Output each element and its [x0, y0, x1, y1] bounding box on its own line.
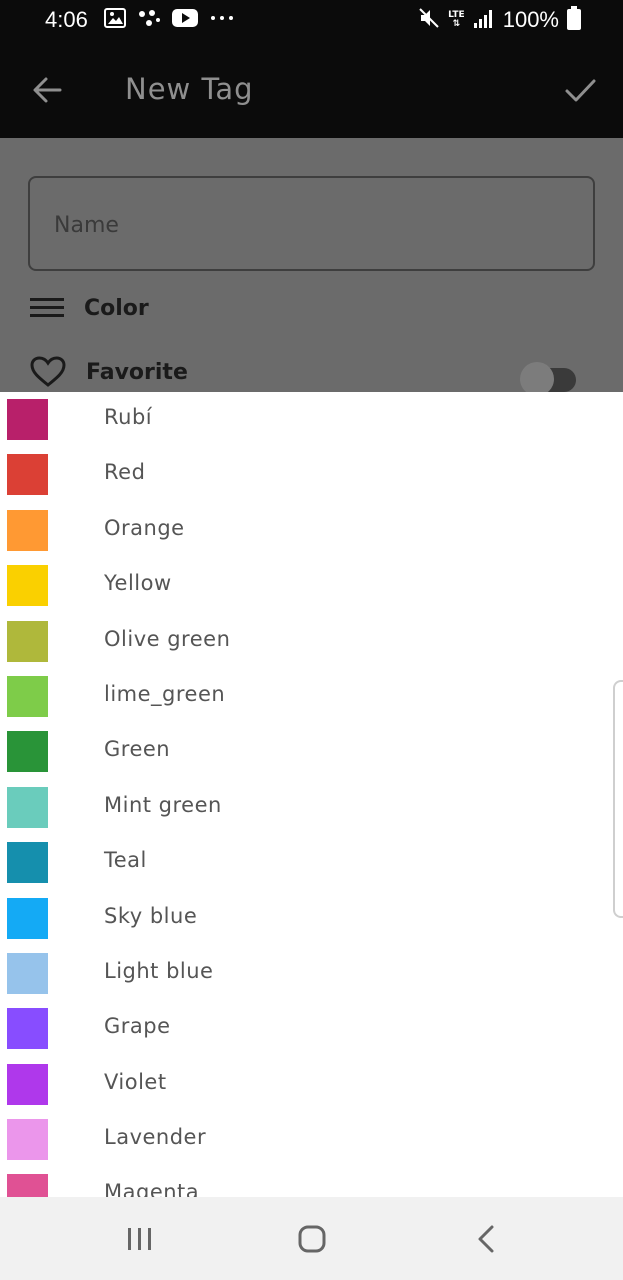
- more-icon: [210, 8, 234, 32]
- color-swatch: [7, 1174, 48, 1197]
- arrow-left-icon: [33, 77, 62, 103]
- color-option[interactable]: Mint green: [0, 780, 623, 835]
- color-swatch: [7, 565, 48, 607]
- color-option-label: Teal: [104, 848, 147, 873]
- color-swatch: [7, 454, 48, 496]
- color-swatch: [7, 1119, 48, 1161]
- name-input[interactable]: [54, 208, 554, 242]
- color-option-label: Red: [104, 460, 146, 485]
- color-label: Color: [84, 295, 149, 321]
- color-swatch: [7, 786, 48, 828]
- color-swatch: [7, 952, 48, 994]
- back-nav-button[interactable]: [466, 1219, 506, 1259]
- battery-percent: 100%: [502, 7, 559, 32]
- color-option[interactable]: Red: [0, 447, 623, 502]
- gallery-icon: [104, 8, 126, 32]
- status-bar: 4:06 LTE ⇅ 100%: [0, 0, 623, 42]
- favorite-label: Favorite: [86, 359, 188, 385]
- color-option[interactable]: Green: [0, 724, 623, 779]
- favorite-toggle[interactable]: [520, 362, 576, 396]
- color-option-label: Green: [104, 737, 171, 762]
- dots-connect-icon: [138, 8, 160, 32]
- menu-lines-icon: [30, 298, 64, 317]
- signal-icon: [473, 7, 495, 33]
- color-option-label: Rubí: [104, 405, 153, 429]
- status-right-icons: LTE ⇅ 100%: [418, 6, 581, 34]
- mute-icon: [418, 7, 440, 33]
- save-button[interactable]: [560, 70, 600, 110]
- color-swatch: [7, 620, 48, 662]
- color-option[interactable]: Rubí: [0, 392, 623, 447]
- color-option[interactable]: Yellow: [0, 558, 623, 613]
- tag-form: Color Favorite: [0, 138, 623, 396]
- color-option[interactable]: Lavender: [0, 1112, 623, 1167]
- battery-icon: [567, 6, 581, 34]
- chevron-left-icon: [478, 1225, 494, 1253]
- color-picker-list[interactable]: Rubí Red Orange Yellow Olive green lime_green…: [0, 392, 623, 1197]
- toggle-thumb: [520, 362, 554, 396]
- status-time: 4:06: [45, 7, 88, 32]
- name-field[interactable]: [28, 176, 595, 271]
- color-option[interactable]: Orange: [0, 503, 623, 558]
- page-title: New Tag: [125, 72, 254, 106]
- color-option[interactable]: Magenta: [0, 1167, 623, 1197]
- color-option-label: Violet: [104, 1069, 167, 1094]
- color-option[interactable]: Olive green: [0, 614, 623, 669]
- color-swatch: [7, 509, 48, 551]
- color-swatch: [7, 1063, 48, 1105]
- color-option-label: Orange: [104, 515, 185, 540]
- network-type: LTE: [448, 10, 465, 20]
- heart-icon: [30, 356, 66, 387]
- scrollbar[interactable]: [613, 680, 623, 918]
- color-option-label: Grape: [104, 1014, 171, 1039]
- navigation-bar: [0, 1197, 623, 1280]
- color-swatch: [7, 399, 48, 440]
- color-row[interactable]: Color: [30, 288, 149, 328]
- color-swatch: [7, 1008, 48, 1050]
- color-option-label: Lavender: [104, 1125, 207, 1150]
- color-option-label: Light blue: [104, 958, 214, 983]
- status-left-icons: [104, 8, 234, 32]
- color-option[interactable]: Violet: [0, 1057, 623, 1112]
- color-option-label: lime_green: [104, 681, 226, 706]
- color-option-label: Sky blue: [104, 903, 198, 928]
- back-button[interactable]: [28, 70, 68, 110]
- home-button[interactable]: [292, 1219, 332, 1259]
- check-icon: [565, 79, 596, 102]
- color-option[interactable]: Grape: [0, 1001, 623, 1056]
- favorite-row[interactable]: Favorite: [30, 352, 188, 392]
- home-icon: [298, 1225, 326, 1253]
- color-option[interactable]: Teal: [0, 835, 623, 890]
- recent-apps-button[interactable]: [120, 1219, 160, 1259]
- lte-icon: LTE ⇅: [448, 10, 465, 29]
- color-option-label: Magenta: [104, 1180, 200, 1197]
- color-option-label: Yellow: [104, 571, 172, 596]
- color-option-label: Mint green: [104, 792, 222, 817]
- color-swatch: [7, 897, 48, 939]
- color-option[interactable]: lime_green: [0, 669, 623, 724]
- color-option[interactable]: Sky blue: [0, 891, 623, 946]
- color-swatch: [7, 731, 48, 773]
- color-option-label: Olive green: [104, 626, 231, 651]
- color-swatch: [7, 842, 48, 884]
- app-bar: New Tag: [0, 42, 623, 138]
- color-option[interactable]: Light blue: [0, 946, 623, 1001]
- color-swatch: [7, 675, 48, 717]
- youtube-icon: [172, 8, 198, 32]
- recent-apps-icon: [128, 1228, 151, 1250]
